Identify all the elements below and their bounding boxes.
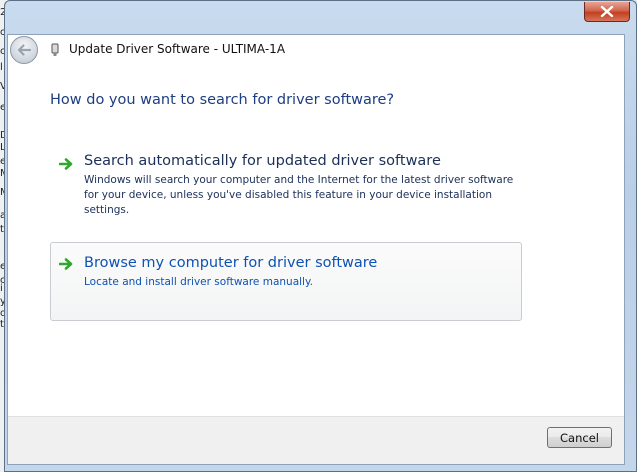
back-button[interactable] bbox=[10, 36, 38, 64]
device-icon bbox=[51, 43, 59, 56]
close-icon bbox=[600, 6, 614, 17]
background-text: i bbox=[0, 283, 3, 294]
option-description: Locate and install driver software manua… bbox=[84, 276, 314, 288]
search-automatically-option[interactable]: Search automatically for updated driver … bbox=[50, 148, 522, 224]
option-description: Windows will search your computer and th… bbox=[84, 174, 514, 216]
option-title: Search automatically for updated driver … bbox=[84, 153, 441, 169]
back-arrow-icon bbox=[17, 44, 31, 56]
dialog-footer bbox=[8, 416, 624, 464]
cancel-button[interactable]: Cancel bbox=[547, 427, 612, 448]
background-text: l bbox=[0, 62, 3, 73]
window-title: Update Driver Software - ULTIMA-1A bbox=[69, 42, 286, 56]
green-arrow-icon bbox=[59, 158, 73, 170]
close-button[interactable] bbox=[584, 2, 630, 22]
page-question: How do you want to search for driver sof… bbox=[50, 92, 395, 108]
option-title: Browse my computer for driver software bbox=[84, 255, 378, 271]
green-arrow-icon bbox=[59, 258, 73, 270]
browse-computer-option[interactable]: Browse my computer for driver software L… bbox=[50, 242, 522, 321]
